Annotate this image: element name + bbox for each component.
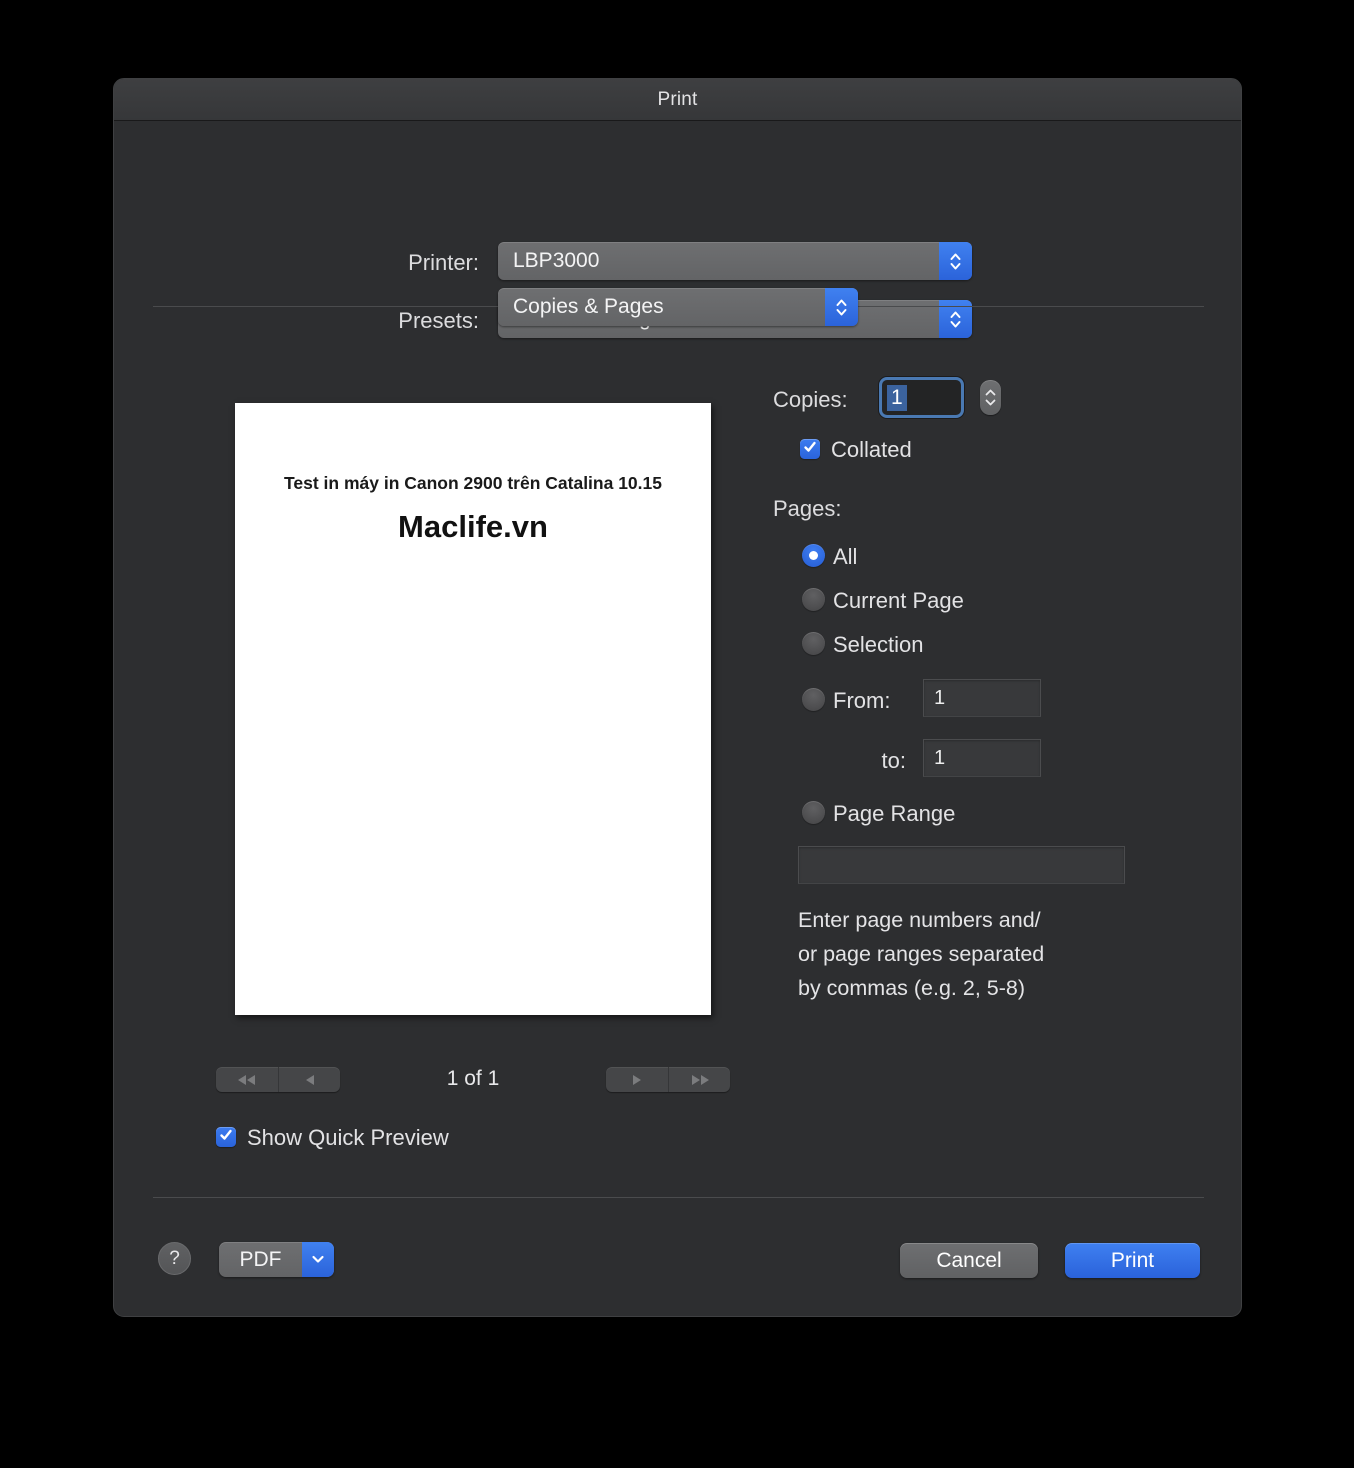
copies-label: Copies: <box>773 387 848 413</box>
footer-divider <box>153 1197 1204 1198</box>
page-indicator: 1 of 1 <box>373 1067 573 1091</box>
from-label: From: <box>833 688 890 714</box>
preview-text-line1: Test in máy in Canon 2900 trên Catalina … <box>235 473 711 494</box>
radio-pages-all-label: All <box>833 544 857 570</box>
chevron-up-down-icon <box>939 242 972 280</box>
copies-value: 1 <box>887 385 907 411</box>
stepper-down-icon <box>985 399 996 406</box>
radio-pages-current[interactable] <box>802 588 825 611</box>
radio-pages-all[interactable] <box>802 544 825 567</box>
to-label: to: <box>806 748 906 774</box>
page-range-input[interactable] <box>798 846 1125 884</box>
copies-stepper[interactable] <box>980 380 1001 415</box>
show-quick-preview-checkbox[interactable] <box>216 1127 236 1147</box>
pages-label: Pages: <box>773 496 842 522</box>
printer-select[interactable]: LBP3000 <box>498 242 972 280</box>
page-range-hint: Enter page numbers and/ or page ranges s… <box>798 903 1138 1005</box>
printer-select-value: LBP3000 <box>498 249 939 273</box>
copies-field[interactable]: 1 <box>879 377 964 418</box>
next-nav-group <box>606 1067 730 1092</box>
prev-nav-group <box>216 1067 340 1092</box>
first-page-button[interactable] <box>216 1067 278 1092</box>
hint-line: Enter page numbers and/ <box>798 903 1138 937</box>
collated-checkbox[interactable] <box>800 439 820 459</box>
page-range-label: Page Range <box>833 801 955 827</box>
cancel-button-label: Cancel <box>936 1249 1001 1273</box>
last-page-button[interactable] <box>668 1067 730 1092</box>
question-mark-icon: ? <box>169 1248 180 1270</box>
print-button[interactable]: Print <box>1065 1243 1200 1278</box>
radio-pages-current-label: Current Page <box>833 588 964 614</box>
hint-line: by commas (e.g. 2, 5-8) <box>798 971 1138 1005</box>
hint-line: or page ranges separated <box>798 937 1138 971</box>
checkmark-icon <box>219 1128 233 1147</box>
dialog-title: Print <box>657 89 697 111</box>
title-bar: Print <box>114 79 1241 121</box>
radio-page-range[interactable] <box>802 801 825 824</box>
chevron-down-icon <box>302 1242 334 1277</box>
radio-pages-from[interactable] <box>802 688 825 711</box>
checkmark-icon <box>803 440 817 459</box>
printer-label: Printer: <box>259 250 479 276</box>
pdf-menu-button[interactable]: PDF <box>219 1242 334 1277</box>
print-preview-page: Test in máy in Canon 2900 trên Catalina … <box>235 403 711 1015</box>
preview-text-line2: Maclife.vn <box>235 509 711 545</box>
print-dialog: Print Printer: LBP3000 Presets: Default … <box>113 78 1242 1317</box>
help-button[interactable]: ? <box>158 1242 191 1275</box>
radio-pages-selection[interactable] <box>802 632 825 655</box>
panes-select-value: Copies & Pages <box>498 295 825 319</box>
show-quick-preview-label: Show Quick Preview <box>247 1125 449 1151</box>
cancel-button[interactable]: Cancel <box>900 1243 1038 1278</box>
to-page-input[interactable] <box>923 739 1041 777</box>
chevron-up-down-icon <box>825 288 858 326</box>
pdf-menu-label: PDF <box>219 1242 302 1277</box>
previous-page-button[interactable] <box>278 1067 340 1092</box>
from-page-input[interactable] <box>923 679 1041 717</box>
next-page-button[interactable] <box>606 1067 668 1092</box>
radio-pages-selection-label: Selection <box>833 632 924 658</box>
presets-label: Presets: <box>259 308 479 334</box>
collated-label: Collated <box>831 437 912 463</box>
stepper-up-icon <box>985 389 996 396</box>
panes-select[interactable]: Copies & Pages <box>498 288 858 326</box>
print-button-label: Print <box>1111 1249 1154 1273</box>
